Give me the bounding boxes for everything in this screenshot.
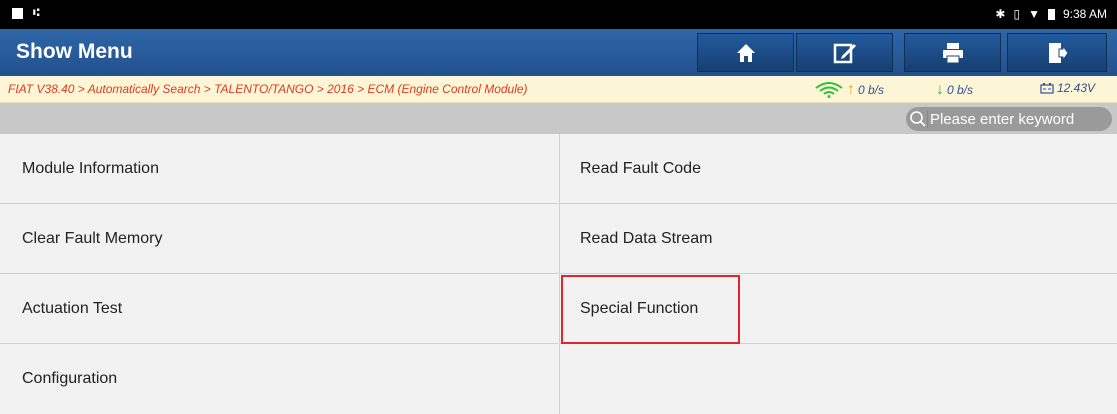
battery-icon [1047, 8, 1055, 20]
edit-icon [833, 43, 856, 63]
usb-icon: ⑆ [33, 7, 40, 19]
wifi-signal-icon [815, 82, 843, 98]
menu-item-special-function[interactable]: Special Function [559, 274, 1117, 344]
wifi-icon: ▼ [1028, 7, 1040, 21]
print-button[interactable] [904, 33, 1001, 72]
edit-button[interactable] [796, 33, 893, 72]
home-button[interactable] [697, 33, 794, 72]
clock-time: 9:38 AM [1062, 7, 1107, 21]
menu-item-configuration[interactable]: Configuration [0, 344, 558, 414]
download-arrow-icon: ↓ [936, 81, 944, 98]
upload-indicator: ↑ 0 b/s [814, 81, 884, 99]
printer-icon [942, 42, 963, 63]
menu-grid: Module Information Read Fault Code Clear… [0, 134, 1117, 414]
exit-button[interactable] [1007, 33, 1107, 72]
menu-item-actuation-test[interactable]: Actuation Test [0, 274, 558, 344]
menu-item-clear-fault-memory[interactable]: Clear Fault Memory [0, 204, 558, 274]
search-box[interactable] [906, 107, 1112, 131]
status-bar: ⑆ ✱ ▯ ▼ 9:38 AM [0, 0, 1117, 29]
voltage-indicator: 12.43V [1040, 81, 1095, 95]
search-bar [0, 103, 1117, 134]
menu-item-module-information[interactable]: Module Information [0, 134, 558, 204]
battery-voltage: 12.43V [1057, 81, 1096, 95]
exit-icon [1049, 42, 1068, 63]
menu-item-read-fault-code[interactable]: Read Fault Code [559, 134, 1117, 204]
home-icon [736, 43, 755, 62]
menu-item-read-data-stream[interactable]: Read Data Stream [559, 204, 1117, 274]
vibrate-icon: ▯ [1013, 7, 1021, 21]
bluetooth-icon: ✱ [995, 7, 1006, 21]
search-icon [910, 111, 926, 127]
download-speed: 0 b/s [947, 83, 974, 97]
upload-speed: 0 b/s [858, 83, 885, 97]
title-bar: Show Menu [0, 29, 1117, 76]
page-title: Show Menu [16, 40, 133, 63]
download-indicator: ↓ 0 b/s [936, 81, 973, 99]
breadcrumb-bar: FIAT V38.40 > Automatically Search > TAL… [0, 76, 1117, 103]
menu-item-empty [559, 344, 1117, 414]
breadcrumb: FIAT V38.40 > Automatically Search > TAL… [8, 82, 528, 96]
upload-arrow-icon: ↑ [847, 81, 855, 98]
battery-voltage-icon [1040, 82, 1054, 94]
gallery-icon [12, 7, 23, 19]
search-input[interactable] [927, 110, 1107, 128]
